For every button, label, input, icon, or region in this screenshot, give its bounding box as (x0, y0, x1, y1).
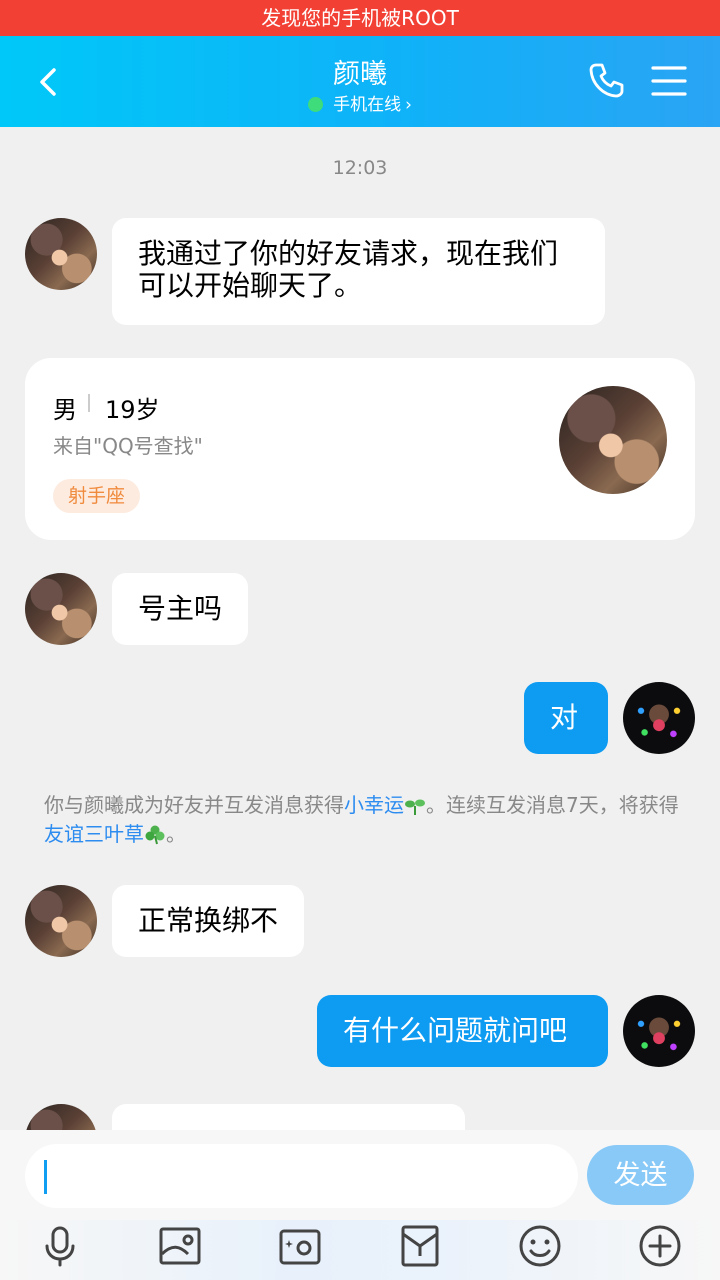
microphone-icon[interactable] (38, 1224, 82, 1268)
send-button[interactable]: 发送 (587, 1145, 694, 1205)
chat-header: 颜曦 手机在线 › (0, 36, 720, 127)
message-bubble-incoming[interactable]: 我通过了你的好友请求，现在我们可以开始聊天了。 (112, 218, 605, 325)
chat-message-list[interactable]: 12:03 我通过了你的好友请求，现在我们可以开始聊天了。 男 19岁 来自"Q… (0, 127, 720, 1130)
message-bubble-incoming[interactable]: 号主吗 (112, 573, 249, 645)
notice-text-1: 你与颜曦成为好友并互发消息获得 (44, 793, 344, 817)
message-bubble-outgoing[interactable]: 有什么问题就问吧 (317, 995, 608, 1067)
emoji-icon[interactable] (518, 1224, 562, 1268)
message-composer: 发送 (0, 1130, 720, 1280)
profile-card[interactable]: 男 19岁 来自"QQ号查找" 射手座 (25, 358, 695, 540)
contact-avatar[interactable] (25, 218, 97, 290)
notice-text-3: 。 (166, 822, 186, 846)
message-bubble-incoming-partial[interactable] (112, 1104, 465, 1130)
my-avatar[interactable] (623, 682, 695, 754)
camera-icon[interactable] (278, 1224, 322, 1268)
online-dot-icon (308, 97, 324, 112)
online-status-text: 手机在线 (333, 95, 402, 115)
clover-icon (145, 825, 165, 845)
profile-gender: 男 (53, 396, 77, 424)
little-luck-link[interactable]: 小幸运 (344, 793, 404, 817)
red-packet-icon[interactable] (398, 1224, 442, 1268)
contact-avatar[interactable] (25, 1104, 97, 1130)
contact-avatar[interactable] (25, 885, 97, 957)
notice-text-2: 。连续互发消息7天，将获得 (426, 793, 679, 817)
friendship-system-notice: 你与颜曦成为好友并互发消息获得小幸运 。连续互发消息7天，将获得友谊三叶草。 (44, 791, 684, 849)
menu-icon[interactable] (650, 64, 688, 98)
text-caret (44, 1160, 47, 1194)
profile-card-avatar[interactable] (559, 386, 667, 494)
message-bubble-outgoing[interactable]: 对 (524, 682, 608, 754)
message-bubble-incoming[interactable]: 正常换绑不 (112, 885, 305, 957)
my-avatar[interactable] (623, 995, 695, 1067)
contact-avatar[interactable] (25, 573, 97, 645)
root-warning-text: 发现您的手机被ROOT (261, 6, 459, 30)
message-timestamp: 12:03 (332, 157, 388, 179)
profile-divider (88, 394, 90, 412)
image-icon[interactable] (158, 1224, 202, 1268)
profile-age: 19岁 (105, 396, 160, 424)
plus-icon[interactable] (638, 1224, 682, 1268)
root-warning-banner: 发现您的手机被ROOT (0, 0, 720, 36)
message-input[interactable] (25, 1144, 578, 1208)
phone-icon[interactable] (586, 60, 626, 100)
chevron-right-icon: › (405, 95, 412, 115)
zodiac-tag: 射手座 (53, 479, 141, 513)
composer-toolbar (0, 1220, 720, 1280)
friendship-clover-link[interactable]: 友谊三叶草 (44, 822, 144, 846)
sprout-icon (405, 799, 425, 815)
profile-source: 来自"QQ号查找" (53, 434, 203, 458)
